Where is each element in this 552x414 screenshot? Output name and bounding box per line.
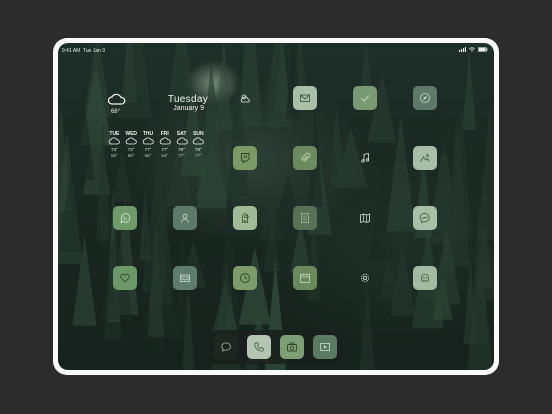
messenger-icon (419, 212, 430, 224)
wallet-app[interactable] (173, 266, 197, 290)
weather-icon (240, 94, 250, 103)
checkmark-icon (361, 95, 370, 102)
mail-app[interactable] (293, 86, 317, 110)
among-us-icon (242, 213, 249, 223)
status-date: Tue Jan 9 (83, 48, 106, 54)
video-app[interactable] (313, 335, 337, 359)
forecast-row: TUE 73° 68° WED 72° 69° THU 77° 66° FRI … (106, 131, 207, 159)
cloud-icon (142, 137, 154, 145)
twitch-app[interactable] (233, 146, 257, 170)
music-note-icon (361, 153, 370, 163)
twitch-icon (241, 153, 250, 164)
among-us-app[interactable] (233, 206, 257, 230)
battery-icon (478, 47, 488, 52)
phone-icon (254, 342, 264, 352)
forecast-day: SUN 78° 77° (190, 131, 207, 159)
weather-widget[interactable]: 68° Tuesday January 9 TUE 73° 68° WED 72… (102, 89, 222, 159)
photos-app[interactable] (413, 146, 437, 170)
contacts-icon (181, 213, 189, 223)
cloud-icon (126, 137, 137, 145)
compass-app[interactable] (413, 86, 437, 110)
whatsapp-icon (120, 213, 131, 224)
cloud-icon (193, 137, 205, 145)
home-screen: 9:41 AM Tue Jan 9 68° Tuesday January 9 … (58, 43, 494, 370)
messages-icon (221, 342, 231, 352)
contacts-app[interactable] (173, 206, 197, 230)
video-player-icon (320, 343, 330, 351)
forecast-low: 68° (110, 153, 118, 158)
settings-app[interactable] (353, 266, 377, 290)
mail-icon (300, 94, 310, 102)
forecast-low: 77° (194, 153, 202, 158)
heart-icon (120, 273, 130, 283)
health-app[interactable] (113, 266, 137, 290)
attachments-app[interactable] (293, 146, 317, 170)
music-app[interactable] (353, 146, 377, 170)
paperclip-icon (301, 152, 311, 162)
compass-icon (420, 93, 430, 103)
clock-app[interactable] (233, 266, 257, 290)
weather-day: Tuesday (167, 94, 208, 105)
cloud-icon (109, 137, 121, 145)
tasks-app[interactable] (353, 86, 377, 110)
cloud-icon (108, 93, 126, 105)
wifi-icon (469, 47, 475, 52)
phone-app[interactable] (247, 335, 271, 359)
camera-app[interactable] (280, 335, 304, 359)
notes-icon (301, 213, 309, 223)
clock-icon (240, 273, 250, 283)
forecast-low: 66° (144, 153, 152, 158)
weather-date: January 9 (173, 105, 204, 112)
forecast-day: WED 72° 69° (123, 131, 140, 159)
forecast-low: 64° (161, 153, 169, 158)
messenger-app[interactable] (413, 206, 437, 230)
forecast-low: 77° (178, 153, 185, 158)
photos-icon (420, 154, 430, 162)
settings-gear-icon (361, 274, 369, 282)
status-indicators (459, 47, 488, 52)
forecast-day: THU 77° 66° (140, 131, 157, 159)
forecast-day: TUE 73° 68° (106, 131, 123, 159)
camera-icon (287, 342, 297, 352)
messages-app[interactable] (214, 335, 238, 359)
forecast-day: SAT 78° 77° (173, 131, 190, 159)
discord-app[interactable] (413, 266, 437, 290)
notes-app[interactable] (293, 206, 317, 230)
cloud-icon (176, 137, 188, 145)
whatsapp-app[interactable] (113, 206, 137, 230)
wallet-icon (180, 274, 190, 282)
ipad-frame: 9:41 AM Tue Jan 9 68° Tuesday January 9 … (53, 38, 499, 375)
weather-app[interactable] (233, 86, 257, 110)
signal-icon (459, 47, 466, 52)
discord-icon (420, 274, 430, 282)
cloud-icon (159, 137, 171, 145)
maps-app[interactable] (353, 206, 377, 230)
current-temperature: 68° (111, 109, 121, 115)
maps-icon (360, 213, 370, 224)
dock (209, 330, 342, 364)
calendar-icon (300, 273, 310, 283)
forecast-low: 69° (127, 153, 135, 158)
forecast-day: FRI 77° 64° (156, 131, 173, 159)
status-time: 9:41 AM (62, 48, 81, 54)
calendar-app[interactable] (293, 266, 317, 290)
